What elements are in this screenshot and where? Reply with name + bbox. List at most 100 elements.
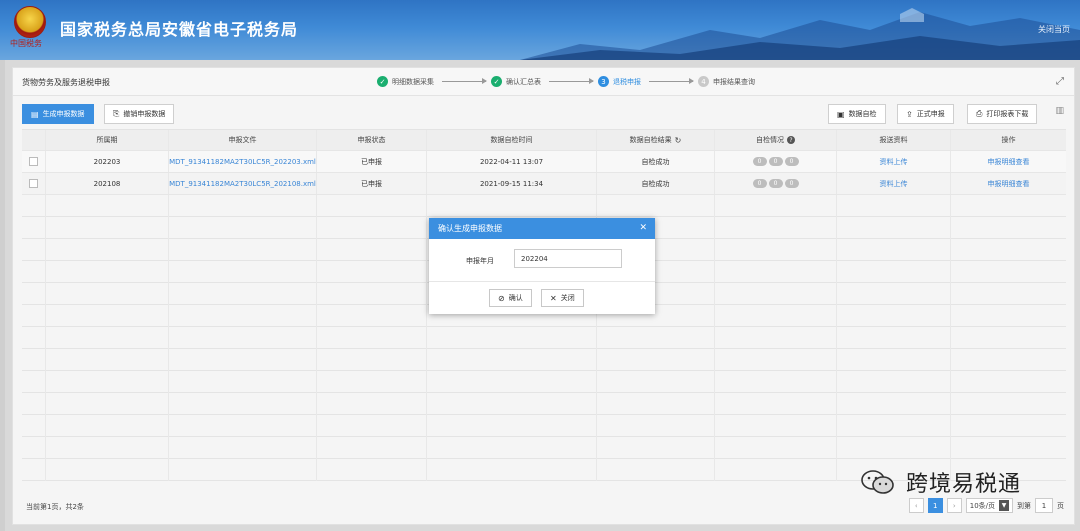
table-header: 所属期 申报文件 申报状态 数据自检时间 数据自检结果 ↻ 自检情况 ? 报送资… bbox=[22, 129, 1066, 151]
fullscreen-icon[interactable]: ⤢ bbox=[1056, 76, 1064, 87]
file-check-icon: ▣ bbox=[837, 109, 845, 119]
upload-link[interactable]: 资料上传 bbox=[837, 173, 951, 194]
page-number-button[interactable]: 1 bbox=[927, 498, 943, 513]
check-result-cell: 自检成功 bbox=[597, 151, 715, 172]
close-icon: ✕ bbox=[550, 293, 557, 303]
wechat-watermark: 跨境易税通 bbox=[860, 466, 1021, 498]
confirm-button[interactable]: ⊘ 确认 bbox=[489, 289, 532, 307]
view-detail-link[interactable]: 申报明细查看 bbox=[951, 151, 1066, 172]
header-cell: 申报文件 bbox=[169, 130, 317, 150]
app-title: 国家税务总局安徽省电子税务局 bbox=[60, 20, 299, 39]
count-pill[interactable]: 0 bbox=[768, 179, 783, 188]
empty-table-row bbox=[22, 327, 1066, 349]
header-cell: 自检情况 ? bbox=[715, 130, 837, 150]
arrow-right-icon bbox=[649, 78, 694, 84]
period-cell: 202108 bbox=[46, 173, 169, 194]
file-link[interactable]: MDT_91341182MA2T30LC5R_202203.xml bbox=[169, 151, 317, 172]
print-icon: ⎙ bbox=[976, 109, 983, 118]
count-pill[interactable]: 0 bbox=[784, 157, 799, 166]
dialog-title: 确认生成申报数据 bbox=[438, 224, 502, 233]
dialog-body: 申报年月 202204 bbox=[429, 239, 655, 282]
column-settings-icon[interactable]: ▥ bbox=[1055, 106, 1064, 116]
step-number: 4 bbox=[698, 76, 709, 87]
header-links: 关闭当页 bbox=[1032, 24, 1070, 35]
check-icon: ✓ bbox=[377, 76, 388, 87]
wechat-icon bbox=[861, 470, 894, 494]
empty-table-row bbox=[22, 393, 1066, 415]
close-page-link[interactable]: 关闭当页 bbox=[1038, 25, 1070, 34]
generate-declaration-button[interactable]: ▤ 生成申报数据 bbox=[22, 104, 94, 124]
close-icon[interactable]: ✕ bbox=[639, 223, 647, 233]
next-page-button[interactable]: › bbox=[946, 498, 962, 513]
refresh-icon[interactable]: ↻ bbox=[675, 136, 682, 145]
tax-emblem-icon bbox=[14, 6, 46, 38]
watermark-text: 跨境易税通 bbox=[906, 472, 1022, 497]
period-cell: 202203 bbox=[46, 151, 169, 172]
header-cell: 数据自检时间 bbox=[427, 130, 597, 150]
app-header: 中国税务 国家税务总局安徽省电子税务局 关闭当页 bbox=[0, 0, 1080, 60]
view-detail-link[interactable]: 申报明细查看 bbox=[951, 173, 1066, 194]
help-icon[interactable]: ? bbox=[787, 136, 795, 144]
page-suffix: 页 bbox=[1057, 501, 1064, 510]
empty-table-row bbox=[22, 415, 1066, 437]
table-footer: 当前第1页，共2条 ‹ 1 › 10条/页 ▼ 到第 1 页 bbox=[22, 496, 1066, 516]
count-pill[interactable]: 0 bbox=[752, 157, 767, 166]
check-status-cell: 0 0 0 bbox=[715, 151, 837, 172]
step-1: ✓ 明细数据采集 bbox=[377, 76, 434, 87]
header-cell: 操作 bbox=[1001, 136, 1016, 144]
step-number: 3 bbox=[598, 76, 609, 87]
goto-label: 到第 bbox=[1017, 501, 1031, 510]
header-cell: 申报状态 bbox=[317, 130, 427, 150]
empty-table-row bbox=[22, 195, 1066, 217]
close-button[interactable]: ✕ 关闭 bbox=[541, 289, 584, 307]
header-cell: 报送资料 bbox=[837, 130, 951, 150]
count-pill[interactable]: 0 bbox=[752, 179, 767, 188]
revoke-icon: ⎘ bbox=[113, 109, 120, 118]
check-time-cell: 2021-09-15 11:34 bbox=[427, 173, 597, 194]
step-label: 明细数据采集 bbox=[392, 77, 434, 86]
chevron-down-icon: ▼ bbox=[999, 500, 1009, 511]
declaration-month-input[interactable]: 202204 bbox=[514, 249, 622, 268]
page-summary: 当前第1页，共2条 bbox=[26, 503, 84, 511]
step-3: 3 退税申报 bbox=[598, 76, 641, 87]
print-download-button[interactable]: ⎙ 打印报表下载 bbox=[967, 104, 1038, 124]
prev-page-button[interactable]: ‹ bbox=[908, 498, 924, 513]
page-title: 货物劳务及服务退税申报 bbox=[22, 78, 110, 87]
title-bar: 货物劳务及服务退税申报 ✓ 明细数据采集 ✓ 确认汇总表 3 退税申报 4 申报… bbox=[13, 68, 1074, 96]
count-pill[interactable]: 0 bbox=[768, 157, 783, 166]
count-pill[interactable]: 0 bbox=[784, 179, 799, 188]
table-row: 202203 MDT_91341182MA2T30LC5R_202203.xml… bbox=[22, 151, 1066, 173]
step-label: 确认汇总表 bbox=[506, 77, 541, 86]
step-4: 4 申报结果查询 bbox=[698, 76, 755, 87]
header-cell bbox=[22, 130, 46, 150]
check-icon: ✓ bbox=[491, 76, 502, 87]
step-2: ✓ 确认汇总表 bbox=[491, 76, 541, 87]
header-cell: 数据自检结果 ↻ bbox=[597, 130, 715, 150]
empty-table-row bbox=[22, 371, 1066, 393]
upload-link[interactable]: 资料上传 bbox=[837, 151, 951, 172]
row-checkbox[interactable] bbox=[29, 157, 38, 166]
great-wall-banner-icon bbox=[520, 8, 1080, 60]
file-link[interactable]: MDT_91341182MA2T30LC5R_202108.xml bbox=[169, 173, 317, 194]
declaration-month-label: 申报年月 bbox=[466, 257, 494, 265]
dialog-footer: ⊘ 确认 ✕ 关闭 bbox=[429, 282, 655, 314]
row-checkbox[interactable] bbox=[29, 179, 38, 188]
formal-declare-button[interactable]: ⇪ 正式申报 bbox=[897, 104, 954, 124]
document-icon: ▤ bbox=[31, 109, 39, 119]
goto-page-input[interactable]: 1 bbox=[1035, 498, 1053, 513]
check-time-cell: 2022-04-11 13:07 bbox=[427, 151, 597, 172]
check-circle-icon: ⊘ bbox=[498, 293, 505, 303]
revoke-declaration-button[interactable]: ⎘ 撤销申报数据 bbox=[104, 104, 175, 124]
empty-table-row bbox=[22, 349, 1066, 371]
data-check-button[interactable]: ▣ 数据自检 bbox=[828, 104, 886, 124]
check-result-cell: 自检成功 bbox=[597, 173, 715, 194]
arrow-right-icon bbox=[442, 78, 487, 84]
status-cell: 已申报 bbox=[317, 173, 427, 194]
empty-table-row bbox=[22, 437, 1066, 459]
step-indicator: ✓ 明细数据采集 ✓ 确认汇总表 3 退税申报 4 申报结果查询 bbox=[377, 76, 755, 87]
status-cell: 已申报 bbox=[317, 151, 427, 172]
page-size-select[interactable]: 10条/页 ▼ bbox=[965, 498, 1013, 513]
emblem-text: 中国税务 bbox=[10, 39, 42, 48]
pagination: ‹ 1 › 10条/页 ▼ 到第 1 页 bbox=[908, 498, 1064, 513]
confirm-dialog: 确认生成申报数据 ✕ 申报年月 202204 ⊘ 确认 ✕ 关闭 bbox=[429, 218, 655, 314]
